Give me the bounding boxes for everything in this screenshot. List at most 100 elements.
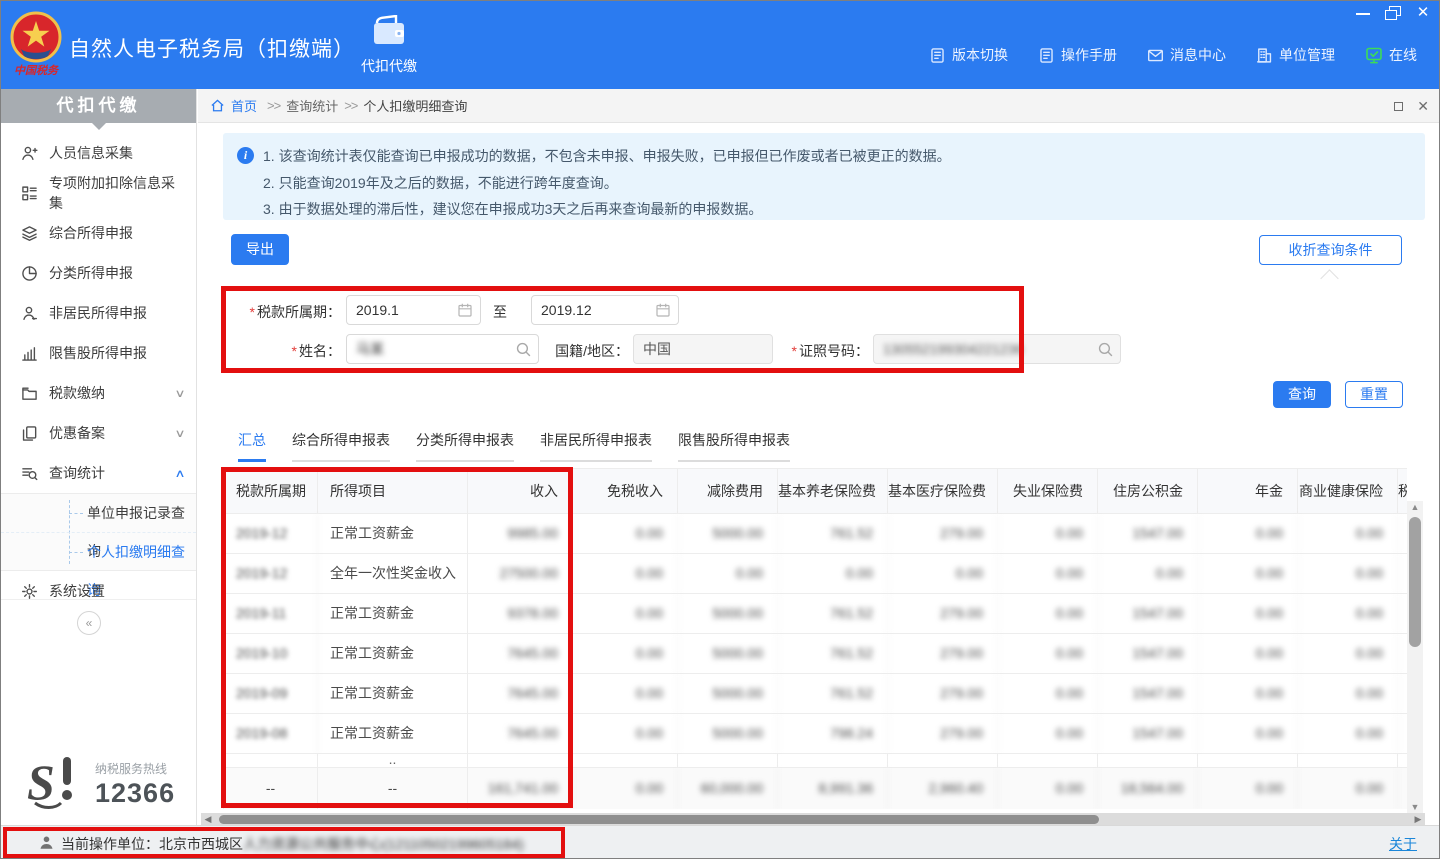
home-icon[interactable]	[210, 98, 225, 113]
table-cell: 9985.00	[468, 514, 573, 553]
table-cell: 2019-10	[224, 634, 318, 673]
tab-active[interactable]: 汇总	[238, 430, 266, 462]
table-cell	[1398, 768, 1407, 809]
export-button[interactable]: 导出	[231, 234, 289, 265]
sidebar-divider	[1, 599, 196, 600]
sidebar-sub-item[interactable]: 单位申报记录查询	[1, 494, 196, 532]
horizontal-scroll-thumb[interactable]	[219, 815, 1099, 824]
about-link[interactable]: 关于	[1389, 834, 1417, 854]
sidebar-sub-item[interactable]: 个人扣缴明细查询	[1, 532, 196, 570]
sidebar-item[interactable]: 查询统计∧	[1, 453, 196, 493]
table-cell: 0.00	[1198, 594, 1298, 633]
nav-item[interactable]: 操作手册	[1038, 45, 1117, 65]
search-icon[interactable]	[1097, 341, 1113, 357]
notice-panel: i 1. 该查询统计表仅能查询已申报成功的数据，不包含未申报、申报失败，已申报但…	[223, 133, 1425, 220]
calendar-icon[interactable]	[457, 302, 473, 318]
document-icon	[1038, 47, 1055, 64]
table-cell: 0.00	[1198, 634, 1298, 673]
sidebar-item[interactable]: 分类所得申报	[1, 253, 196, 293]
table-cell[interactable]: 正常工资薪金	[318, 594, 468, 633]
nationality-label: 国籍/地区：	[549, 341, 629, 361]
table-cell: ..	[318, 754, 468, 767]
table-cell	[1398, 634, 1407, 673]
table-cell: 761.52	[778, 634, 888, 673]
table-row: 2019-12正常工资薪金9985.000.005000.00761.52279…	[224, 514, 1407, 554]
tab-item[interactable]: 限售股所得申报表	[678, 430, 790, 462]
svg-text:S: S	[27, 754, 55, 810]
tab-item[interactable]: 综合所得申报表	[292, 430, 390, 462]
table-cell: 0.00	[998, 714, 1098, 753]
restore-button[interactable]	[1385, 6, 1401, 20]
table-cell[interactable]: 正常工资薪金	[318, 634, 468, 673]
table-cell: 0.00	[1298, 594, 1398, 633]
sidebar-item-label: 查询统计	[49, 463, 105, 483]
table-cell: 2019-12	[224, 554, 318, 593]
person-icon	[21, 304, 39, 322]
sidebar-item[interactable]: 限售股所得申报	[1, 333, 196, 373]
nav-item-label: 单位管理	[1279, 45, 1335, 65]
table-cell: 18,564.00	[1098, 768, 1198, 809]
vertical-scrollbar[interactable]: ▲ ▼	[1407, 501, 1423, 813]
table-cell[interactable]: 全年一次性奖金收入	[318, 554, 468, 593]
panel-maximize-icon[interactable]	[1394, 102, 1403, 111]
sidebar-item[interactable]: 人员信息采集	[1, 133, 196, 173]
table-cell: 1547.00	[1098, 514, 1198, 553]
table-cell	[998, 754, 1098, 767]
reset-button[interactable]: 重置	[1345, 381, 1403, 408]
table-cell: 7645.00	[468, 674, 573, 713]
table-cell: 0.00	[1198, 674, 1298, 713]
id-number-input: 130552199304221236	[873, 334, 1121, 364]
hotline-label: 纳税服务热线	[95, 762, 175, 777]
table-cell: 0.00	[1298, 674, 1398, 713]
table-cell	[778, 754, 888, 767]
vertical-scroll-thumb[interactable]	[1409, 517, 1421, 647]
hotline-number: 12366	[95, 777, 175, 811]
table-cell	[1098, 754, 1198, 767]
breadcrumb-item-query-stats[interactable]: 查询统计	[286, 96, 338, 115]
table-cell	[1398, 754, 1407, 767]
sidebar-item-label: 系统设置	[49, 581, 105, 601]
tab-item[interactable]: 非居民所得申报表	[540, 430, 652, 462]
query-button[interactable]: 查询	[1273, 381, 1331, 408]
name-value: 马某	[356, 341, 384, 357]
sidebar-item[interactable]: 系统设置	[1, 571, 196, 611]
name-input[interactable]: 马某	[346, 334, 539, 364]
sidebar-item[interactable]: 税款缴纳∨	[1, 373, 196, 413]
period-to-input[interactable]: 2019.12	[531, 295, 679, 325]
table-cell: 279.00	[888, 674, 998, 713]
sidebar-collapse-button[interactable]: «	[77, 611, 101, 635]
nav-item-label: 在线	[1389, 45, 1417, 65]
calendar-icon[interactable]	[655, 302, 671, 318]
nav-item[interactable]: 在线	[1365, 45, 1417, 65]
module-tab-daikou[interactable]: 代扣代缴	[343, 15, 435, 85]
scroll-up-icon[interactable]: ▲	[1407, 501, 1423, 513]
panel-close-icon[interactable]: ✕	[1417, 98, 1429, 115]
sidebar-item[interactable]: 非居民所得申报	[1, 293, 196, 333]
sidebar-item[interactable]: 优惠备案∨	[1, 413, 196, 453]
current-unit-blurred: 人力资源公共服务中心(12110502199605184)	[243, 836, 524, 852]
table-cell: 1547.00	[1098, 634, 1198, 673]
sidebar-item-label: 限售股所得申报	[49, 343, 147, 363]
sidebar-item[interactable]: 综合所得申报	[1, 213, 196, 253]
scroll-down-icon[interactable]: ▼	[1407, 801, 1423, 813]
period-from-input[interactable]: 2019.1	[346, 295, 481, 325]
column-header: 年金	[1198, 469, 1298, 513]
table-cell[interactable]: 正常工资薪金	[318, 514, 468, 553]
search-icon[interactable]	[515, 341, 531, 357]
close-button[interactable]: ✕	[1415, 6, 1431, 20]
sidebar-item[interactable]: 专项附加扣除信息采集	[1, 173, 196, 213]
table-cell	[468, 754, 573, 767]
table-cell[interactable]: 正常工资薪金	[318, 714, 468, 753]
nav-item[interactable]: 版本切换	[929, 45, 1008, 65]
tab-item[interactable]: 分类所得申报表	[416, 430, 514, 462]
table-cell[interactable]: 正常工资薪金	[318, 674, 468, 713]
result-table: 税款所属期所得项目收入免税收入减除费用基本养老保险费基本医疗保险费失业保险费住房…	[223, 468, 1407, 809]
notice-line: 3. 由于数据处理的滞后性，建议您在申报成功3天之后再来查询最新的申报数据。	[263, 199, 762, 219]
minimize-button[interactable]	[1355, 6, 1371, 20]
column-header: 商业健康保险	[1298, 469, 1398, 513]
nav-item[interactable]: 单位管理	[1256, 45, 1335, 65]
breadcrumb-home[interactable]: 首页	[231, 96, 257, 115]
nav-item[interactable]: 消息中心	[1147, 45, 1226, 65]
collapse-query-button[interactable]: 收折查询条件	[1259, 235, 1402, 265]
info-icon: i	[237, 147, 254, 164]
